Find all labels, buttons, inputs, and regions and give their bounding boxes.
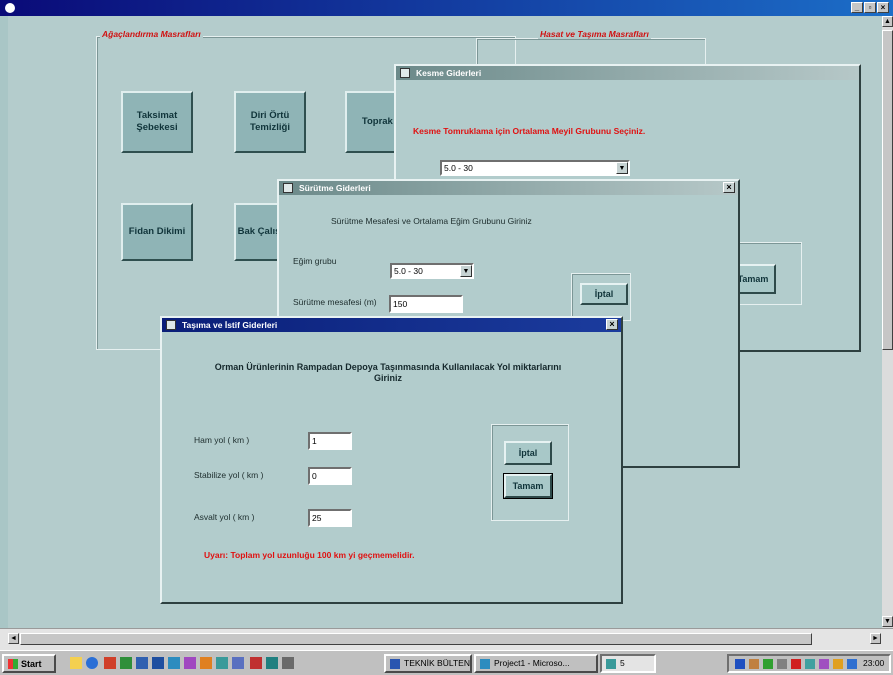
tasima-window: Taşıma ve İstif Giderleri × Orman Ürünle… [160, 316, 623, 604]
quicklaunch-folder-icon[interactable] [70, 657, 82, 669]
quicklaunch-media-icon[interactable] [216, 657, 228, 669]
quicklaunch-network-icon[interactable] [232, 657, 244, 669]
scroll-left-icon[interactable]: ◄ [8, 633, 19, 644]
tray-network-icon[interactable] [735, 659, 745, 669]
main-title-bar[interactable]: _ ▫ × [0, 0, 893, 16]
quicklaunch-desktop-icon[interactable] [266, 657, 278, 669]
egim-combo[interactable]: 5.0 - 30 ▼ [390, 263, 474, 279]
mesafe-input[interactable]: 150 [389, 295, 463, 313]
asfalt-yol-input[interactable]: 25 [308, 509, 352, 527]
close-icon[interactable]: × [877, 2, 889, 13]
minimize-icon[interactable]: _ [851, 2, 863, 13]
tasima-iptal-button[interactable]: İptal [504, 441, 552, 465]
window-icon [400, 68, 410, 78]
tray-keyboard-icon[interactable] [805, 659, 815, 669]
task-project1[interactable]: Project1 - Microso... [474, 654, 598, 673]
ham-yol-label: Ham yol ( km ) [194, 435, 250, 445]
kesme-title-bar[interactable]: Kesme Giderleri [396, 66, 859, 80]
kesme-prompt: Kesme Tomruklama için Ortalama Meyil Gru… [413, 126, 646, 136]
hasat-frame-caption: Hasat ve Taşıma Masrafları [538, 29, 651, 39]
taksimat-button[interactable]: Taksimat Şebekesi [121, 91, 193, 153]
taskbar: Start TEKNİK BÜLTEN... Project1 - Micros… [0, 650, 893, 675]
horizontal-scroll-thumb[interactable] [20, 633, 812, 645]
tray-printer-icon[interactable] [749, 659, 759, 669]
quicklaunch-access-icon[interactable] [250, 657, 262, 669]
horizontal-scrollbar[interactable]: ◄ ► [0, 628, 893, 650]
kesme-window-title: Kesme Giderleri [416, 68, 482, 78]
asfalt-yol-label: Asvalt yol ( km ) [194, 512, 255, 522]
stabilize-yol-input[interactable]: 0 [308, 467, 352, 485]
clock[interactable]: 23:00 [863, 658, 884, 668]
quicklaunch-paint-icon[interactable] [184, 657, 196, 669]
stabilize-yol-label: Stabilize yol ( km ) [194, 470, 264, 480]
scroll-down-icon[interactable]: ▼ [882, 616, 893, 627]
start-button[interactable]: Start [2, 654, 56, 673]
tasima-title-bar[interactable]: Taşıma ve İstif Giderleri × [162, 318, 621, 332]
task-teknik-bulten-label: TEKNİK BÜLTEN... [404, 658, 472, 668]
quicklaunch-word-icon[interactable] [152, 657, 164, 669]
tray-volume-icon[interactable] [833, 659, 843, 669]
scroll-up-icon[interactable]: ▲ [882, 16, 893, 27]
mesafe-label: Sürütme mesafesi (m) [293, 297, 377, 307]
task-project1-label: Project1 - Microso... [494, 658, 570, 668]
chevron-down-icon[interactable]: ▼ [616, 162, 628, 174]
quicklaunch-extra-icon[interactable] [282, 657, 294, 669]
tray-monitor-icon[interactable] [819, 659, 829, 669]
kesme-meyil-combo[interactable]: 5.0 - 30 ▼ [440, 160, 630, 176]
ham-yol-input[interactable]: 1 [308, 432, 352, 450]
surutme-iptal-label: İptal [594, 289, 614, 299]
tray-help-icon[interactable] [847, 659, 857, 669]
surutme-iptal-button[interactable]: İptal [580, 283, 628, 305]
windows-logo-icon [8, 658, 18, 669]
tasima-button-frame [491, 424, 569, 521]
vertical-scrollbar[interactable]: ▲ ▼ [882, 16, 893, 628]
surutme-title-bar[interactable]: Sürütme Giderleri × [279, 181, 738, 195]
task-vb-icon [480, 659, 490, 669]
tasima-iptal-label: İptal [518, 448, 538, 458]
window-icon [166, 320, 176, 330]
egim-label: Eğim grubu [293, 256, 337, 266]
tray-app-icon[interactable] [777, 659, 787, 669]
vertical-scroll-thumb[interactable] [882, 30, 893, 350]
tasima-tamam-button[interactable]: Tamam [503, 473, 553, 499]
diri-ortu-button[interactable]: Diri Örtü Temizliği [234, 91, 306, 153]
quicklaunch-excel-icon[interactable] [120, 657, 132, 669]
fidan-dikimi-button[interactable]: Fidan Dikimi [121, 203, 193, 261]
quicklaunch-app-icon[interactable] [136, 657, 148, 669]
quicklaunch-ie-icon[interactable] [86, 657, 98, 669]
task-doc-icon [390, 659, 400, 669]
kesme-tamam-label: Tamam [737, 274, 769, 284]
close-icon[interactable]: × [723, 182, 735, 193]
task-app-icon [606, 659, 616, 669]
agaclandirma-frame-caption: Ağaçlandırma Masrafları [100, 29, 203, 39]
yol-uzunlugu-warning: Uyarı: Toplam yol uzunluğu 100 km yi geç… [204, 550, 415, 560]
tray-sound-icon[interactable] [763, 659, 773, 669]
task-teknik-bulten[interactable]: TEKNİK BÜLTEN... [384, 654, 472, 673]
egim-combo-value: 5.0 - 30 [394, 266, 423, 276]
start-label: Start [21, 658, 42, 669]
surutme-window-title: Sürütme Giderleri [299, 183, 371, 193]
window-icon [283, 183, 293, 193]
tasima-window-title: Taşıma ve İstif Giderleri [182, 320, 278, 330]
kesme-combo-value: 5.0 - 30 [444, 163, 473, 173]
system-tray: 23:00 [727, 654, 891, 673]
maximize-icon[interactable]: ▫ [864, 2, 876, 13]
surutme-prompt: Sürütme Mesafesi ve Ortalama Eğim Grubun… [331, 216, 532, 226]
chevron-down-icon[interactable]: ▼ [460, 265, 472, 277]
close-icon[interactable]: × [606, 319, 618, 330]
scroll-right-icon[interactable]: ► [870, 633, 881, 644]
task-active-app-label: 5 [620, 658, 625, 668]
tasima-tamam-label: Tamam [512, 481, 544, 491]
app-icon [5, 3, 15, 13]
tray-antivirus-icon[interactable] [791, 659, 801, 669]
tasima-prompt: Orman Ürünlerinin Rampadan Depoya Taşınm… [214, 362, 562, 383]
quicklaunch-vb-icon[interactable] [168, 657, 180, 669]
quicklaunch-tool-icon[interactable] [200, 657, 212, 669]
task-active-app[interactable]: 5 [600, 654, 656, 673]
quicklaunch-outlook-icon[interactable] [104, 657, 116, 669]
